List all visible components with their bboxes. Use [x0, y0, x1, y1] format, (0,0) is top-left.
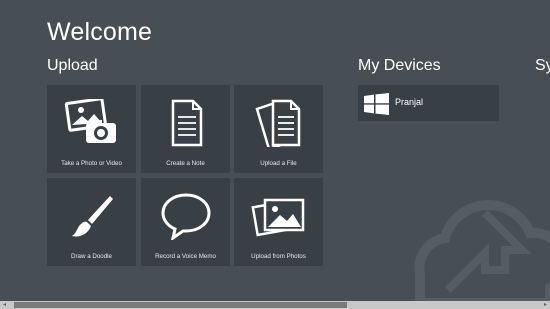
scroll-left-icon[interactable]: ◂ — [3, 301, 6, 309]
device-item-pranjal[interactable]: Pranjal — [358, 85, 499, 121]
tile-label: Upload a File — [260, 160, 297, 167]
tile-create-note[interactable]: Create a Note — [141, 85, 230, 173]
paintbrush-icon — [72, 196, 113, 237]
tile-label: Record a Voice Memo — [155, 253, 216, 260]
scrollbar-thumb[interactable] — [14, 302, 347, 308]
tile-label: Create a Note — [166, 160, 205, 167]
tile-label: Draw a Doodle — [71, 253, 112, 260]
speech-bubble-icon — [161, 193, 211, 240]
upload-heading: Upload — [47, 57, 98, 74]
tile-take-photo[interactable]: Take a Photo or Video — [47, 85, 136, 173]
cloud-upload-watermark-icon — [414, 200, 550, 303]
camera-photo-icon — [64, 99, 116, 143]
tile-upload-photos[interactable]: Upload from Photos — [234, 178, 323, 266]
page-title: Welcome — [47, 18, 153, 46]
note-icon — [171, 99, 203, 147]
tile-voice-memo[interactable]: Record a Voice Memo — [141, 178, 230, 266]
windows-logo-icon — [364, 93, 389, 115]
devices-heading: My Devices — [358, 57, 441, 74]
tile-label: Upload from Photos — [251, 253, 306, 260]
tile-label: Take a Photo or Video — [61, 160, 122, 167]
horizontal-scrollbar[interactable]: ◂ ▸ — [0, 301, 550, 309]
files-icon — [255, 99, 301, 147]
next-section-heading: Sy — [535, 57, 550, 74]
tile-upload-file[interactable]: Upload a File — [234, 85, 323, 173]
tile-draw-doodle[interactable]: Draw a Doodle — [47, 178, 136, 266]
device-name: Pranjal — [395, 97, 424, 107]
photos-icon — [251, 198, 305, 237]
scroll-right-icon[interactable]: ▸ — [544, 301, 547, 309]
